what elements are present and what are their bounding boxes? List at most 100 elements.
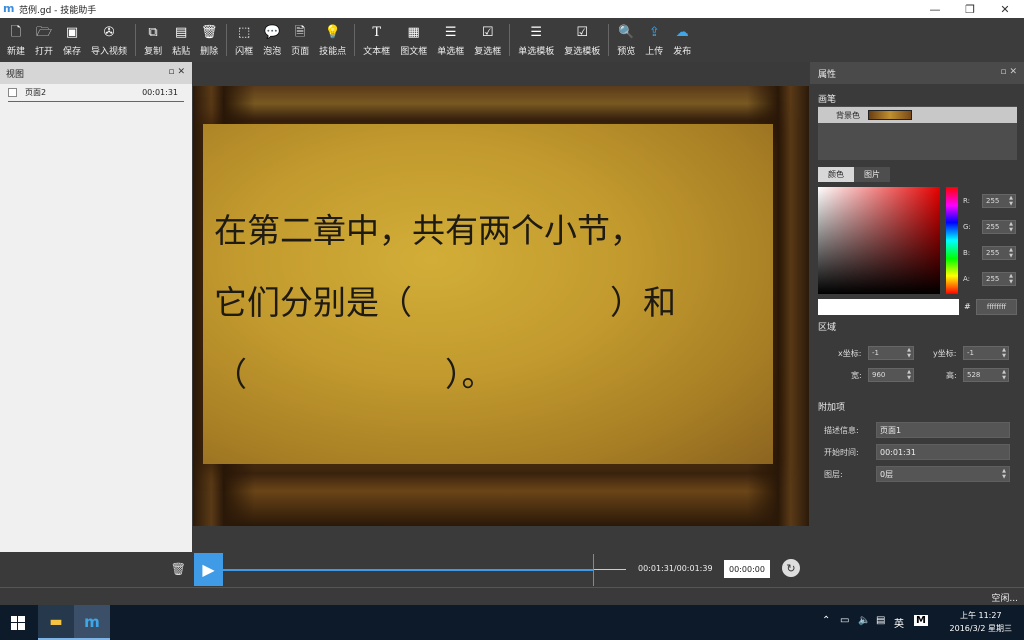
restore-button[interactable]: ❐ — [953, 0, 987, 18]
play-icon: ▶ — [202, 560, 215, 579]
open-label: 打开 — [35, 46, 54, 57]
a-label: A: — [963, 275, 971, 283]
r-spinner[interactable]: 255 ▲ ▼ — [982, 194, 1016, 208]
timeline-remaining[interactable] — [594, 569, 626, 570]
save-button[interactable]: ▣ 保存 — [58, 18, 86, 62]
delete-button[interactable]: 🗑 删除 — [195, 18, 223, 62]
paste-icon: ▤ — [174, 24, 188, 40]
spin-arrows-icon[interactable]: ▲ ▼ — [1002, 347, 1006, 359]
y-value: -1 — [967, 349, 974, 357]
file-explorer-taskbar-button[interactable]: ▬ — [38, 605, 74, 640]
radio-template-icon: ☰ — [530, 24, 543, 40]
region-section-label: 区域 — [818, 323, 837, 333]
delete-page-icon[interactable]: 🗑 — [171, 562, 186, 576]
page-list-item[interactable]: 页面2 00:01:31 — [8, 84, 184, 102]
color-picker-area[interactable] — [818, 187, 940, 294]
delete-label: 删除 — [200, 46, 219, 57]
start-button[interactable] — [0, 605, 36, 640]
spin-arrows-icon[interactable]: ▲ ▼ — [907, 347, 911, 359]
image-text-box-button[interactable]: ▦ 图文框 — [395, 18, 432, 62]
taskbar-clock[interactable]: 上午 11:27 2016/3/2 星期三 — [950, 609, 1012, 635]
ime-language[interactable]: 英 — [894, 615, 904, 630]
view-panel-footer: 🗑 — [0, 552, 192, 587]
text-box-button[interactable]: T 文本框 — [358, 18, 395, 62]
layer-select[interactable]: 0层 ▲ ▼ — [876, 466, 1010, 482]
volume-icon[interactable]: 🔈 — [858, 615, 870, 626]
app-taskbar-button[interactable]: m — [74, 605, 110, 640]
spin-arrows-icon[interactable]: ▲ ▼ — [1009, 221, 1013, 233]
bubble-button[interactable]: 💬 泡泡 — [258, 18, 286, 62]
b-spinner[interactable]: 255 ▲ ▼ — [982, 246, 1016, 260]
timeline-playhead[interactable] — [593, 554, 594, 586]
background-color-row[interactable]: 背景色 — [818, 107, 1017, 123]
multi-choice-button[interactable]: ☑ 复选框 — [469, 18, 506, 62]
minimize-button[interactable]: — — [918, 0, 952, 18]
multi-template-button[interactable]: ☑ 复选模板 — [559, 18, 605, 62]
height-spinner[interactable]: 528 ▲ ▼ — [963, 368, 1009, 382]
hue-slider[interactable] — [946, 187, 958, 294]
page-checkbox[interactable] — [8, 88, 17, 97]
hex-input[interactable]: ffffffff — [976, 299, 1017, 315]
timeline-progress[interactable] — [223, 569, 593, 571]
slide-text-line-2[interactable]: 它们分别是（ ）和 — [214, 276, 676, 324]
preview-button[interactable]: 🔍 预览 — [612, 18, 640, 62]
upload-button[interactable]: ⇪ 上传 — [640, 18, 668, 62]
new-label: 新建 — [7, 46, 26, 57]
page-button[interactable]: 🗎 页面 — [286, 18, 314, 62]
description-field[interactable]: 页面1 — [876, 422, 1010, 438]
play-button[interactable]: ▶ — [194, 553, 223, 586]
refresh-button[interactable]: ↻ — [782, 559, 800, 577]
width-spinner[interactable]: 960 ▲ ▼ — [868, 368, 914, 382]
clock-date: 2016/3/2 星期三 — [949, 624, 1012, 633]
spin-arrows-icon[interactable]: ▲ ▼ — [1009, 273, 1013, 285]
tab-image[interactable]: 图片 — [854, 167, 890, 182]
y-spinner[interactable]: -1 ▲ ▼ — [963, 346, 1009, 360]
open-button[interactable]: 🗁 打开 — [30, 18, 58, 62]
ime-mode[interactable]: M — [914, 615, 928, 626]
a-spinner[interactable]: 255 ▲ ▼ — [982, 272, 1016, 286]
background-swatch[interactable] — [868, 110, 912, 120]
spin-arrows-icon[interactable]: ▲ ▼ — [1009, 247, 1013, 259]
spin-arrows-icon[interactable]: ▲ ▼ — [1002, 369, 1006, 381]
copy-button[interactable]: ⧉ 复制 — [139, 18, 167, 62]
chevron-up-icon[interactable]: ⌃ — [822, 615, 830, 626]
current-time-input[interactable]: 00:00:00 — [724, 560, 770, 578]
network-icon[interactable]: ▭ — [840, 615, 849, 626]
import-video-button[interactable]: ✇ 导入视频 — [86, 18, 132, 62]
background-color-label: 背景色 — [836, 110, 860, 120]
close-button[interactable]: ✕ — [988, 0, 1022, 18]
spin-arrows-icon[interactable]: ▲ ▼ — [907, 369, 911, 381]
single-choice-button[interactable]: ☰ 单选框 — [432, 18, 469, 62]
slide-canvas[interactable]: 在第二章中，共有两个小节， 它们分别是（ ）和 （ ）。 — [193, 86, 809, 526]
spin-arrows-icon[interactable]: ▲ ▼ — [1009, 195, 1013, 207]
publish-button[interactable]: ☁ 发布 — [668, 18, 696, 62]
x-spinner[interactable]: -1 ▲ ▼ — [868, 346, 914, 360]
x-value: -1 — [872, 349, 879, 357]
copy-icon: ⧉ — [148, 24, 158, 40]
r-value: 255 — [986, 197, 1000, 205]
toolbar-divider — [354, 24, 356, 56]
single-template-button[interactable]: ☰ 单选模板 — [513, 18, 559, 62]
dashed-box-icon: ⬚ — [237, 24, 251, 40]
start-time-field[interactable]: 00:01:31 — [876, 444, 1010, 460]
spin-arrows-icon[interactable]: ▲ ▼ — [1002, 468, 1006, 480]
notification-icon[interactable]: ▤ — [876, 615, 885, 626]
skill-point-button[interactable]: 💡 技能点 — [314, 18, 351, 62]
clock-time: 上午 11:27 — [959, 611, 1002, 620]
paste-button[interactable]: ▤ 粘贴 — [167, 18, 195, 62]
slide-text-line-1[interactable]: 在第二章中，共有两个小节， — [214, 204, 643, 252]
tab-color[interactable]: 颜色 — [818, 167, 854, 182]
panel-float-close-icon[interactable]: ▫✕ — [168, 67, 188, 77]
lightbulb-icon: 💡 — [324, 24, 341, 40]
new-button[interactable]: 🗋 新建 — [2, 18, 30, 62]
layer-label: 图层: — [824, 470, 843, 479]
flash-box-button[interactable]: ⬚ 闪框 — [230, 18, 258, 62]
paste-label: 粘贴 — [172, 46, 191, 57]
text-box-label: 文本框 — [363, 46, 391, 57]
slide-text-line-3[interactable]: （ ）。 — [214, 348, 495, 396]
g-spinner[interactable]: 255 ▲ ▼ — [982, 220, 1016, 234]
panel-float-close-icon[interactable]: ▫✕ — [1000, 67, 1020, 77]
upload-label: 上传 — [645, 46, 664, 57]
publish-label: 发布 — [673, 46, 692, 57]
preview-label: 预览 — [617, 46, 636, 57]
